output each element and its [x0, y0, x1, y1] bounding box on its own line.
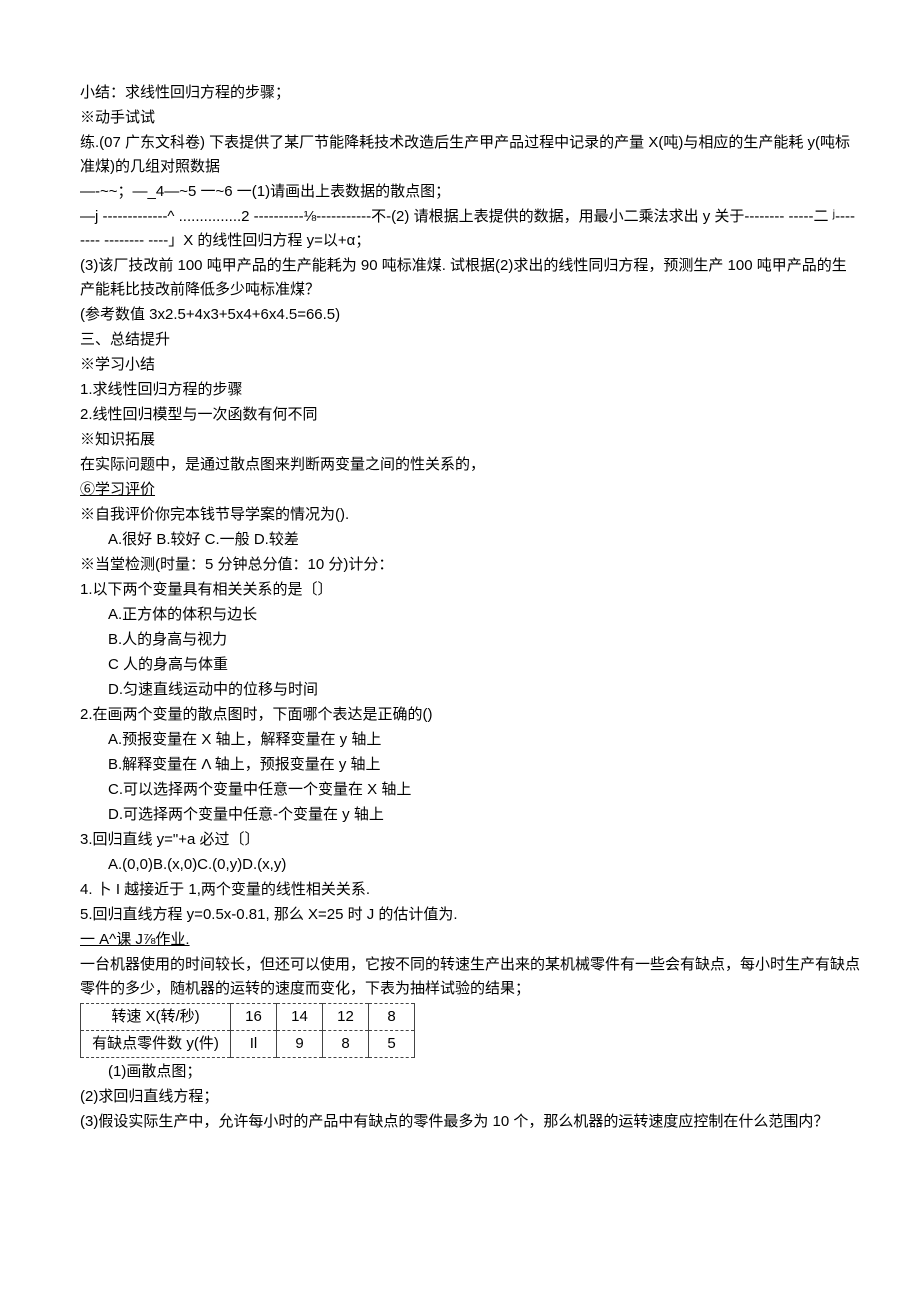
self-eval-options: A.很好 B.较好 C.一般 D.较差 — [80, 528, 860, 552]
summary-heading: 小结：求线性回归方程的步骤； — [80, 81, 860, 105]
q3-stem: 3.回归直线 y="+a 必过〔〕 — [80, 828, 860, 852]
knowledge-ext-text: 在实际问题中，是通过散点图来判断两变量之间的性关系的， — [80, 453, 860, 477]
data-table: 转速 X(转/秒) 16 14 12 8 有缺点零件数 y(件) Il 9 8 … — [80, 1003, 415, 1058]
hw-q3: (3)假设实际生产中，允许每小时的产品中有缺点的零件最多为 10 个，那么机器的… — [80, 1110, 860, 1134]
q2-opt-b: B.解释变量在 Λ 轴上，预报变量在 y 轴上 — [80, 753, 860, 777]
q1-opt-a: A.正方体的体积与边长 — [80, 603, 860, 627]
practice-intro: 练.(07 广东文科卷) 下表提供了某厂节能降耗技术改造后生产甲产品过程中记录的… — [80, 131, 860, 179]
summary-item-1: 1.求线性回归方程的步骤 — [80, 378, 860, 402]
section-3-heading: 三、总结提升 — [80, 328, 860, 352]
garbled-line-2: —j -------------^ ...............2 -----… — [80, 205, 860, 253]
q2-stem: 2.在画两个变量的散点图时，下面哪个表达是正确的() — [80, 703, 860, 727]
table-row: 转速 X(转/秒) 16 14 12 8 — [81, 1004, 415, 1031]
homework-heading: 一 A^课 J⅞作业. — [80, 928, 860, 952]
class-test-heading: ※当堂检测(时量：5 分钟总分值：10 分)计分： — [80, 553, 860, 577]
cell-defect-3: 8 — [323, 1031, 369, 1058]
table-row: 有缺点零件数 y(件) Il 9 8 5 — [81, 1031, 415, 1058]
q1-opt-d: D.匀速直线运动中的位移与时间 — [80, 678, 860, 702]
q2-opt-c: C.可以选择两个变量中任意一个变量在 X 轴上 — [80, 778, 860, 802]
q1-opt-b: B.人的身高与视力 — [80, 628, 860, 652]
q4-stem: 4. 卜 I 越接近于 1,两个变量的线性相关关系. — [80, 878, 860, 902]
cell-speed-2: 14 — [277, 1004, 323, 1031]
homework-intro: 一台机器使用的时间较长，但还可以使用，它按不同的转速生产出来的某机械零件有一些会… — [80, 953, 860, 1001]
knowledge-ext-heading: ※知识拓展 — [80, 428, 860, 452]
cell-defect-1: Il — [231, 1031, 277, 1058]
q1-stem: 1.以下两个变量具有相关关系的是〔〕 — [80, 578, 860, 602]
study-summary-heading: ※学习小结 — [80, 353, 860, 377]
practice-q3: (3)该厂技改前 100 吨甲产品的生产能耗为 90 吨标准煤. 试根据(2)求… — [80, 254, 860, 302]
hw-q1: (1)画散点图； — [80, 1060, 860, 1084]
q2-opt-d: D.可选择两个变量中任意-个变量在 y 轴上 — [80, 803, 860, 827]
cell-speed-header: 转速 X(转/秒) — [81, 1004, 231, 1031]
reference-values: (参考数值 3x2.5+4x3+5x4+6x4.5=66.5) — [80, 303, 860, 327]
cell-speed-1: 16 — [231, 1004, 277, 1031]
try-heading: ※动手试试 — [80, 106, 860, 130]
summary-item-2: 2.线性回归模型与一次函数有何不同 — [80, 403, 860, 427]
cell-speed-3: 12 — [323, 1004, 369, 1031]
q5-stem: 5.回归直线方程 y=0.5x-0.81, 那么 X=25 时 J 的估计值为. — [80, 903, 860, 927]
cell-defect-4: 5 — [369, 1031, 415, 1058]
hw-q2: (2)求回归直线方程； — [80, 1085, 860, 1109]
cell-speed-4: 8 — [369, 1004, 415, 1031]
q2-opt-a: A.预报变量在 X 轴上，解释变量在 y 轴上 — [80, 728, 860, 752]
q3-options: A.(0,0)B.(x,0)C.(0,y)D.(x,y) — [80, 853, 860, 877]
cell-defect-header: 有缺点零件数 y(件) — [81, 1031, 231, 1058]
cell-defect-2: 9 — [277, 1031, 323, 1058]
q1-opt-c: C 人的身高与体重 — [80, 653, 860, 677]
garbled-line-1: —-~~；—_4—~5 一~6 一(1)请画出上表数据的散点图； — [80, 180, 860, 204]
self-eval-question: ※自我评价你完本钱节导学案的情况为(). — [80, 503, 860, 527]
study-eval-heading: ⑥学习评价 — [80, 478, 860, 502]
